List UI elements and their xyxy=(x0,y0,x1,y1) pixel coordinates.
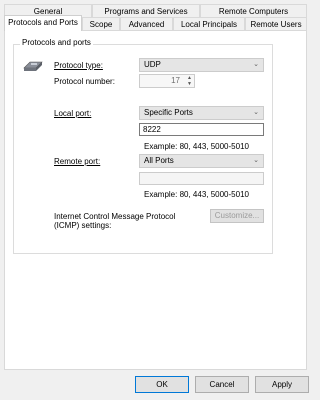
tab-scope-label: Scope xyxy=(89,20,113,29)
local-port-value: Specific Ports xyxy=(144,108,193,117)
tab-protocols-label: Protocols and Ports xyxy=(8,18,78,27)
tab-programs-label: Programs and Services xyxy=(104,7,188,16)
chevron-down-icon: ⌄ xyxy=(253,61,259,68)
protocol-type-label-text: Protocol type: xyxy=(54,61,103,70)
icmp-label-line1: Internet Control Message Protocol xyxy=(54,212,176,221)
local-port-dropdown[interactable]: Specific Ports ⌄ xyxy=(139,106,264,120)
cancel-button[interactable]: Cancel xyxy=(195,376,249,393)
remote-port-label-text: Remote port: xyxy=(54,157,101,166)
customize-button[interactable]: Customize... xyxy=(210,209,264,223)
group-title: Protocols and ports xyxy=(20,38,93,47)
tab-remote-users[interactable]: Remote Users xyxy=(245,17,307,31)
protocol-type-label: Protocol type: xyxy=(54,61,103,70)
tab-advanced-label: Advanced xyxy=(128,20,165,29)
spin-arrows-icon: ▲ ▼ xyxy=(187,75,192,87)
protocol-type-value: UDP xyxy=(144,60,161,69)
tab-remote-computers-label: Remote Computers xyxy=(218,7,289,16)
apply-button[interactable]: Apply xyxy=(255,376,309,393)
chevron-down-icon: ⌄ xyxy=(253,157,259,164)
remote-port-example: Example: 80, 443, 5000-5010 xyxy=(144,190,249,199)
ok-button[interactable]: OK xyxy=(135,376,189,393)
chevron-down-icon: ⌄ xyxy=(253,109,259,116)
tab-local-principals-label: Local Principals xyxy=(180,20,238,29)
local-port-label: Local port: xyxy=(54,109,91,118)
protocol-type-dropdown[interactable]: UDP ⌄ xyxy=(139,58,264,72)
protocol-number-stepper[interactable]: 17 ▲ ▼ xyxy=(139,74,195,88)
protocol-number-label: Protocol number: xyxy=(54,77,115,86)
network-plug-icon xyxy=(22,58,46,72)
local-port-example: Example: 80, 443, 5000-5010 xyxy=(144,142,249,151)
remote-port-input[interactable] xyxy=(139,172,264,185)
tab-programs-and-services[interactable]: Programs and Services xyxy=(92,4,200,18)
remote-port-value: All Ports xyxy=(144,156,174,165)
local-port-label-text: Local port: xyxy=(54,109,92,118)
tab-remote-computers[interactable]: Remote Computers xyxy=(200,4,307,18)
tab-protocols-and-ports[interactable]: Protocols and Ports xyxy=(4,15,82,31)
remote-port-dropdown[interactable]: All Ports ⌄ xyxy=(139,154,264,168)
tab-local-principals[interactable]: Local Principals xyxy=(173,17,245,31)
tab-advanced[interactable]: Advanced xyxy=(120,17,173,31)
local-port-input[interactable]: 8222 xyxy=(139,123,264,136)
protocol-number-value: 17 xyxy=(171,76,180,85)
tab-remote-users-label: Remote Users xyxy=(250,20,302,29)
tab-scope[interactable]: Scope xyxy=(82,17,120,31)
icmp-label-line2: (ICMP) settings: xyxy=(54,221,112,230)
remote-port-label: Remote port: xyxy=(54,157,100,166)
